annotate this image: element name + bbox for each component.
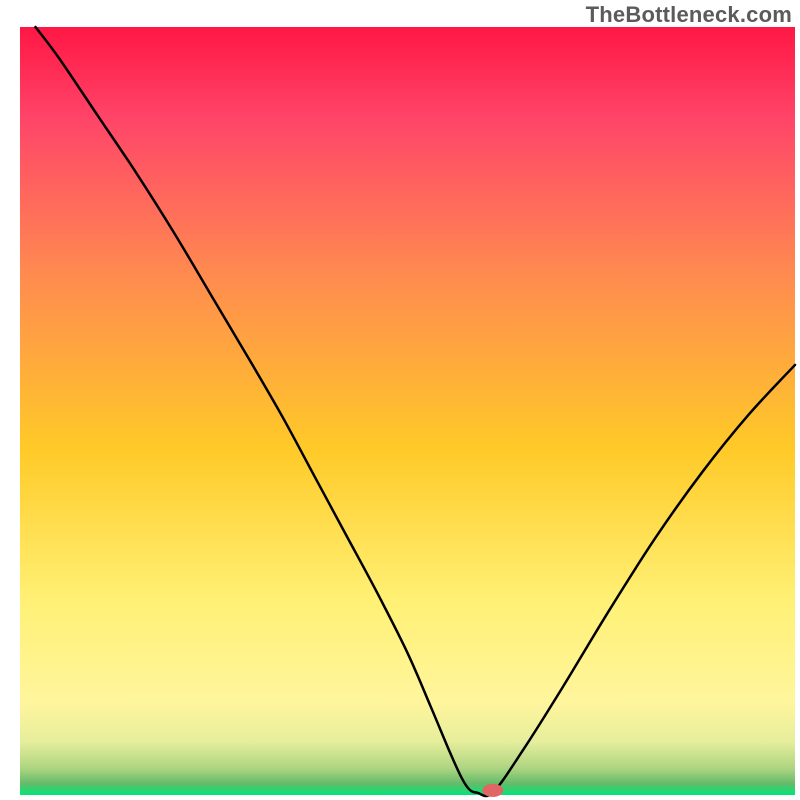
optimum-marker — [483, 784, 503, 796]
watermark-text: TheBottleneck.com — [586, 2, 792, 28]
plot-background — [20, 27, 795, 795]
plot-svg — [0, 0, 800, 800]
bottleneck-chart: TheBottleneck.com — [0, 0, 800, 800]
